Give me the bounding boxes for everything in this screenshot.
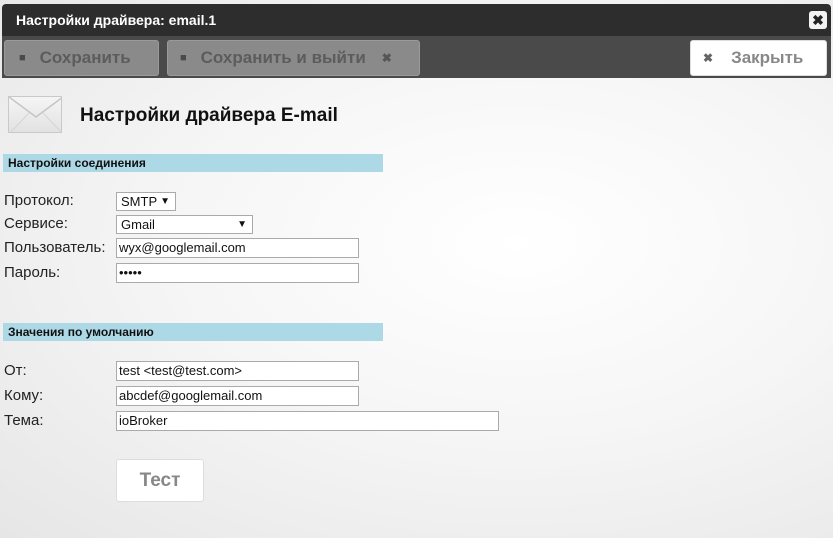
user-field[interactable]: wyx@googlemail.com [116,238,359,258]
protocol-select-value: SMTP [121,194,158,209]
service-label: Сервисе: [4,215,68,232]
service-select[interactable]: Gmail ▼ [116,215,253,234]
to-label: Кому: [4,387,44,404]
save-button-label: Сохранить [39,48,131,67]
page-title: Настройки драйвера E-mail [80,105,338,126]
chevron-down-icon: ▼ [237,219,247,230]
close-button-label: Закрыть [731,48,804,67]
from-label: От: [4,362,27,379]
password-field[interactable]: ••••• [116,263,359,283]
user-label: Пользователь: [4,239,106,256]
chevron-down-icon: ▼ [160,196,170,207]
service-select-value: Gmail [121,217,155,232]
close-icon: ✖ [703,51,714,65]
subject-label: Тема: [4,412,44,429]
protocol-select[interactable]: SMTP ▼ [116,192,176,211]
password-label: Пароль: [4,264,61,281]
dialog-titlebar: Настройки драйвера: email.1 ✖ [2,4,831,36]
test-button[interactable]: Тест [116,459,204,502]
toolbar: ■ Сохранить ■ Сохранить и выйти ✖ ✖ Закр… [2,36,831,78]
save-icon: ■ [180,52,187,64]
section-connection-settings: Настройки соединения [3,154,383,172]
envelope-icon [8,96,62,133]
close-icon: ✖ [381,51,392,65]
close-button[interactable]: ✖ Закрыть [690,40,827,76]
save-icon: ■ [19,52,26,64]
dialog-title: Настройки драйвера: email.1 [16,12,217,28]
subject-field[interactable]: ioBroker [116,411,499,431]
protocol-label: Протокол: [4,192,74,209]
from-field[interactable]: test <test@test.com> [116,361,359,381]
to-field[interactable]: abcdef@googlemail.com [116,386,359,406]
save-button[interactable]: ■ Сохранить [4,40,159,76]
save-and-exit-button-label: Сохранить и выйти [200,48,366,67]
section-defaults: Значения по умолчанию [3,323,383,341]
save-and-exit-button[interactable]: ■ Сохранить и выйти ✖ [167,40,420,76]
close-icon[interactable]: ✖ [809,11,827,29]
